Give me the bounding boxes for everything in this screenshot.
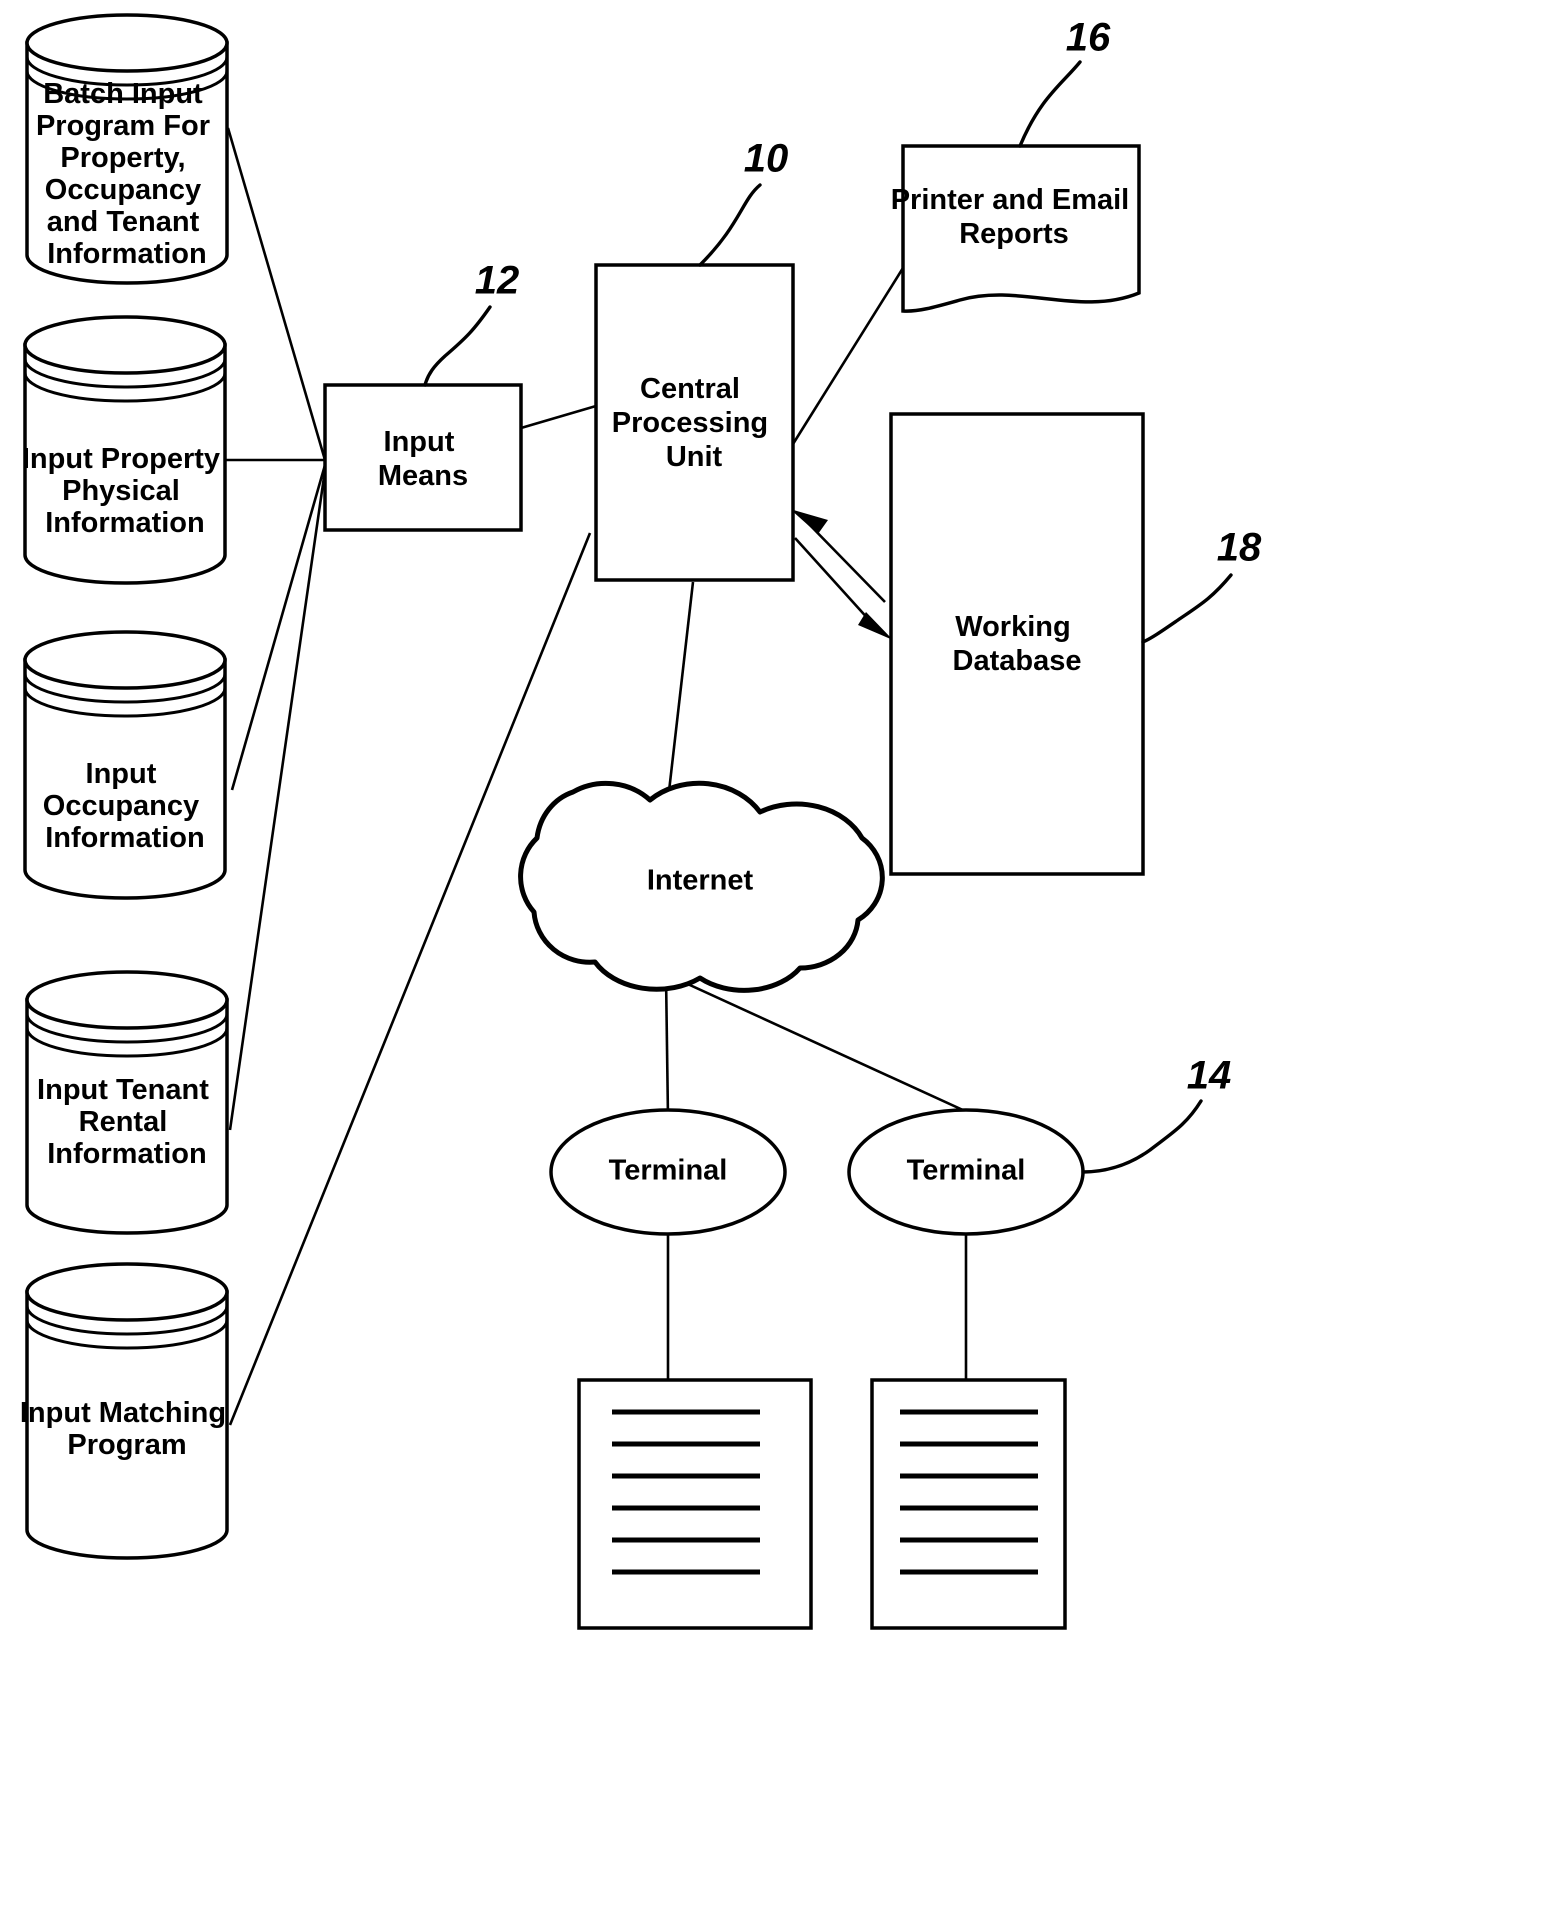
connector-cpu-to-internet [666,581,695,801]
connector-db5-to-cpu [228,532,592,1426]
terminal-left-label: Terminal [609,1155,728,1187]
reference-numeral-10: 10 [698,137,789,267]
database-label: Batch Input Program For Property, Occupa… [36,78,218,270]
connector-db1-to-input-means [226,127,327,461]
document-left-rect [577,1378,813,1630]
connector-db3-to-input-means [230,464,327,791]
database-input-occupancy[interactable]: Input Occupancy Information [23,630,227,900]
database-input-property-physical[interactable]: Input Property Physical Information [22,315,228,585]
reference-numeral-18: 18 [1141,526,1262,644]
box-input-means[interactable]: Input Means [323,383,523,532]
reference-numeral-16: 16 [1018,16,1111,148]
terminal-right-label: Terminal [907,1155,1026,1187]
terminal-right[interactable]: Terminal [847,1108,1085,1236]
terminal-left[interactable]: Terminal [549,1108,787,1236]
patent-figure: Batch Input Program For Property, Occupa… [0,0,1561,1928]
ref-12-leader-line [423,305,492,387]
connector-input-means-to-cpu [520,404,597,430]
ref-14-text: 14 [1187,1054,1232,1098]
ref-10-text: 10 [744,137,789,181]
arrowhead-to-cpu [790,509,828,534]
ref-18-text: 18 [1217,526,1262,570]
document-right-rect [870,1378,1067,1630]
ref-18-leader-line [1141,573,1233,644]
cylinder-top-ellipse-1 [25,13,229,73]
connector-db4-to-input-means [228,469,327,1131]
cylinder-top-ellipse-1 [25,970,229,1030]
internet-label: Internet [647,865,754,897]
document-left[interactable] [577,1378,813,1630]
document-right[interactable] [870,1378,1067,1630]
box-printer-and-email-reports[interactable]: Printer and Email Reports [891,144,1141,313]
database-input-tenant-rental[interactable]: Input Tenant Rental Information [25,970,229,1235]
connector-internet-to-terminal-right [667,973,1001,1129]
ref-12-text: 12 [475,259,520,303]
ref-10-leader-line [698,183,762,267]
ref-16-leader-line [1018,60,1082,148]
reference-numeral-12: 12 [423,259,520,387]
cylinder-top-ellipse-1 [25,1262,229,1322]
arrowhead-to-working-database [858,612,893,640]
database-batch-input-program[interactable]: Batch Input Program For Property, Occupa… [25,13,229,285]
connector-internet-to-terminal-left [664,974,670,1119]
internet-cloud[interactable]: Internet [518,780,885,993]
box-central-processing-unit[interactable]: Central Processing Unit [594,263,795,582]
cylinder-top-ellipse-1 [23,315,227,375]
database-input-matching-program[interactable]: Input Matching Program [20,1262,234,1560]
connector-cpu-to-printer-reports [791,267,905,445]
reference-numeral-14: 14 [1081,1054,1232,1174]
ref-14-leader-line [1081,1099,1203,1174]
box-working-database[interactable]: Working Database [889,412,1145,876]
cylinder-top-ellipse-1 [23,630,227,690]
ref-16-text: 16 [1066,16,1111,60]
